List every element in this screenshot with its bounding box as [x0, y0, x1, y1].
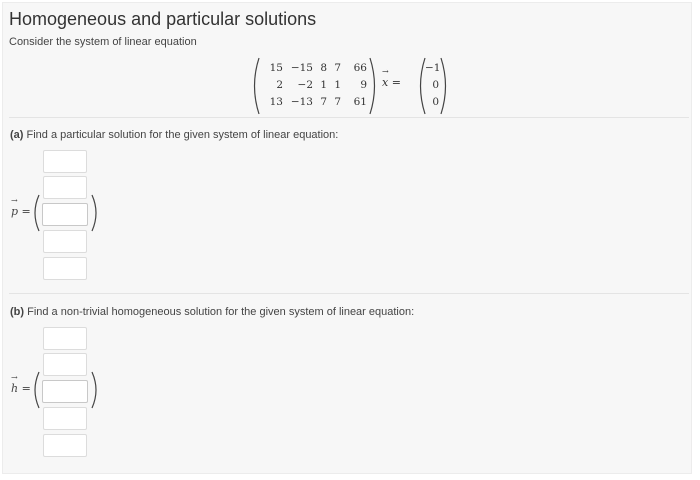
part-b-label: (b) Find a non-trivial homogeneous solut… [10, 306, 414, 318]
answer-right-paren [91, 371, 97, 409]
homogeneous-input-5[interactable] [43, 434, 87, 457]
equals-sign: = [21, 205, 31, 218]
matrix-cell: −15 [290, 62, 313, 74]
section-divider [9, 293, 689, 294]
part-a-text: Find a particular solution for the given… [23, 129, 339, 141]
matrix-cell: 7 [334, 62, 341, 74]
question-title: Homogeneous and particular solutions [9, 9, 317, 29]
rhs-cell: 0 [432, 79, 439, 91]
vector-h-equals: → h = [11, 373, 31, 395]
vector-h-symbol: h [11, 382, 19, 395]
part-b-prefix: (b) [10, 306, 25, 318]
matrix-cell: 66 [353, 62, 367, 74]
part-b-text: Find a non-trivial homogeneous solution … [24, 306, 415, 318]
matrix-cell: 9 [360, 79, 367, 91]
homogeneous-input-3[interactable] [42, 380, 88, 403]
vector-arrow-icon: → [382, 67, 389, 76]
part-a-prefix: (a) [10, 129, 24, 141]
part-a-label: (a) Find a particular solution for the g… [10, 129, 338, 141]
particular-solution-answer: → p = [9, 146, 129, 280]
matrix-cell: 15 [269, 62, 283, 74]
particular-input-2[interactable] [43, 176, 87, 199]
rhs-cell: 0 [432, 96, 439, 108]
vector-arrow-icon: → [11, 373, 18, 382]
equals-sign: = [21, 382, 31, 395]
matrix-cell: 1 [334, 79, 341, 91]
question-card: Homogeneous and particular solutions Con… [2, 2, 692, 474]
rhs-vector: −1 0 0 [425, 60, 441, 111]
vector-x-equals: → x = [382, 67, 401, 89]
equals-sign: = [391, 76, 401, 89]
answer-right-paren [91, 194, 97, 232]
section-divider [9, 117, 689, 118]
answer-left-paren [34, 194, 40, 232]
homogeneous-input-4[interactable] [43, 407, 87, 430]
particular-input-1[interactable] [43, 150, 87, 173]
rhs-right-paren [440, 57, 447, 115]
matrix-left-paren [253, 57, 260, 115]
matrix-cell: 13 [269, 96, 283, 108]
matrix-cell: 8 [320, 62, 327, 74]
answer-left-paren [34, 371, 40, 409]
coefficient-matrix: 15 −15 8 7 66 2 −2 1 1 9 13 −13 7 7 61 [261, 60, 367, 111]
matrix-cell: −2 [297, 79, 313, 91]
particular-input-4[interactable] [43, 230, 87, 253]
homogeneous-input-2[interactable] [43, 353, 87, 376]
matrix-cell: −13 [290, 96, 313, 108]
matrix-cell: 61 [353, 96, 367, 108]
matrix-cell: 2 [276, 79, 283, 91]
vector-x-symbol: x [382, 76, 389, 89]
homogeneous-input-1[interactable] [43, 327, 87, 350]
question-intro: Consider the system of linear equation [9, 36, 197, 48]
matrix-right-paren [369, 57, 376, 115]
particular-input-5[interactable] [43, 257, 87, 280]
matrix-cell: 1 [320, 79, 327, 91]
vector-p-symbol: p [11, 205, 19, 218]
linear-system-equation: 15 −15 8 7 66 2 −2 1 1 9 13 −13 7 7 61 →… [249, 57, 449, 115]
matrix-cell: 7 [320, 96, 327, 108]
rhs-cell: −1 [425, 62, 441, 74]
vector-arrow-icon: → [11, 196, 18, 205]
particular-input-3[interactable] [42, 203, 88, 226]
homogeneous-solution-answer: → h = [9, 323, 129, 457]
matrix-cell: 7 [334, 96, 341, 108]
vector-p-equals: → p = [11, 196, 31, 218]
